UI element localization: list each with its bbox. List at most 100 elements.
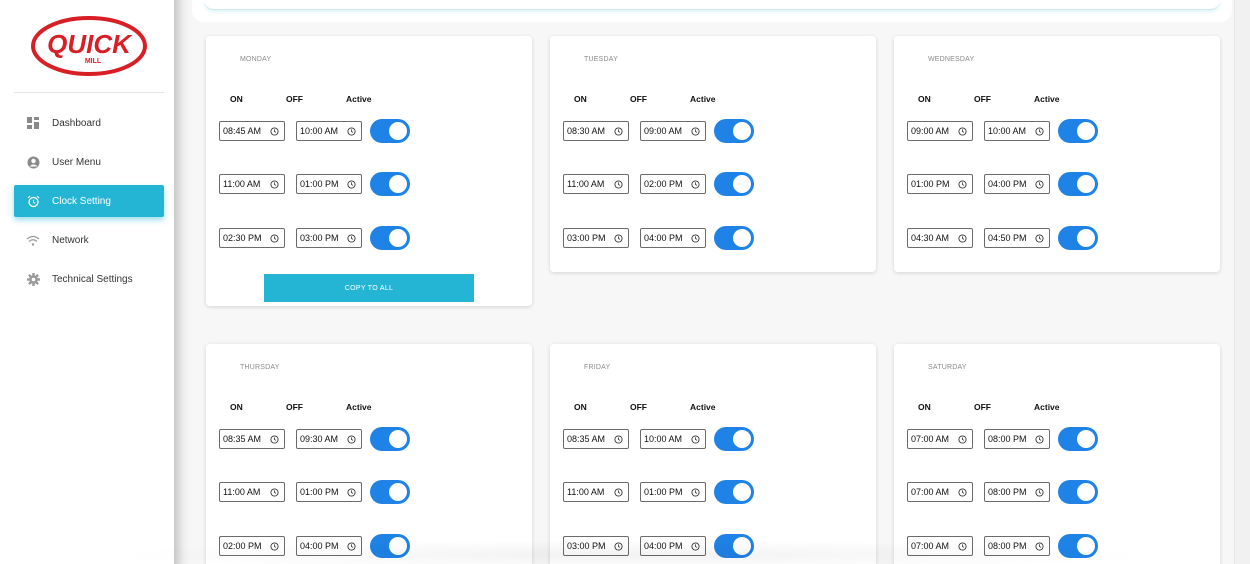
off-time-input[interactable]: 08:00 PM: [984, 536, 1050, 556]
clock-icon[interactable]: [958, 542, 967, 551]
clock-icon[interactable]: [1035, 127, 1044, 136]
active-toggle[interactable]: [714, 226, 754, 250]
toggle-knob: [1077, 430, 1095, 448]
clock-icon[interactable]: [691, 435, 700, 444]
clock-icon[interactable]: [347, 127, 356, 136]
off-time-input[interactable]: 10:00 AM: [640, 429, 706, 449]
off-time-input[interactable]: 08:00 PM: [984, 482, 1050, 502]
off-time-input[interactable]: 03:00 PM: [296, 228, 362, 248]
active-toggle[interactable]: [1058, 480, 1098, 504]
sidebar-item-clock-setting[interactable]: Clock Setting: [14, 185, 164, 217]
clock-icon[interactable]: [614, 180, 623, 189]
clock-icon[interactable]: [958, 435, 967, 444]
clock-icon[interactable]: [614, 542, 623, 551]
clock-icon[interactable]: [270, 542, 279, 551]
clock-icon[interactable]: [270, 234, 279, 243]
on-time-input[interactable]: 11:00 AM: [563, 482, 629, 502]
off-time-input[interactable]: 10:00 AM: [984, 121, 1050, 141]
active-toggle[interactable]: [370, 226, 410, 250]
off-time-input[interactable]: 04:00 PM: [640, 228, 706, 248]
sidebar-item-label: Technical Settings: [52, 273, 133, 285]
active-toggle[interactable]: [714, 119, 754, 143]
active-toggle[interactable]: [1058, 172, 1098, 196]
clock-icon[interactable]: [958, 234, 967, 243]
on-time-input[interactable]: 07:00 AM: [907, 429, 973, 449]
on-time-input[interactable]: 04:30 AM: [907, 228, 973, 248]
active-toggle[interactable]: [714, 480, 754, 504]
active-toggle[interactable]: [1058, 119, 1098, 143]
active-toggle[interactable]: [370, 480, 410, 504]
active-toggle[interactable]: [370, 534, 410, 558]
on-time-input[interactable]: 08:45 AM: [219, 121, 285, 141]
clock-icon[interactable]: [691, 180, 700, 189]
on-time-input[interactable]: 07:00 AM: [907, 482, 973, 502]
sidebar-item-network[interactable]: Network: [14, 224, 164, 256]
clock-icon[interactable]: [691, 234, 700, 243]
on-time-input[interactable]: 01:00 PM: [907, 174, 973, 194]
clock-icon[interactable]: [614, 435, 623, 444]
off-time-input[interactable]: 01:00 PM: [296, 482, 362, 502]
active-toggle[interactable]: [714, 172, 754, 196]
clock-icon[interactable]: [347, 488, 356, 497]
clock-icon[interactable]: [270, 488, 279, 497]
clock-icon[interactable]: [958, 127, 967, 136]
off-time-input[interactable]: 04:00 PM: [640, 536, 706, 556]
on-time-input[interactable]: 09:00 AM: [907, 121, 973, 141]
active-toggle[interactable]: [370, 172, 410, 196]
off-time-input[interactable]: 10:00 AM: [296, 121, 362, 141]
on-time-input[interactable]: 08:35 AM: [219, 429, 285, 449]
off-time-input[interactable]: 09:30 AM: [296, 429, 362, 449]
off-time-input[interactable]: 02:00 PM: [640, 174, 706, 194]
clock-icon[interactable]: [614, 488, 623, 497]
clock-icon[interactable]: [347, 180, 356, 189]
sidebar-item-user-menu[interactable]: User Menu: [14, 146, 164, 178]
clock-icon[interactable]: [958, 488, 967, 497]
clock-icon[interactable]: [1035, 435, 1044, 444]
active-toggle[interactable]: [1058, 226, 1098, 250]
clock-icon[interactable]: [270, 180, 279, 189]
clock-icon[interactable]: [270, 127, 279, 136]
active-toggle[interactable]: [1058, 534, 1098, 558]
clock-icon[interactable]: [958, 180, 967, 189]
active-toggle[interactable]: [1058, 427, 1098, 451]
off-time-input[interactable]: 08:00 PM: [984, 429, 1050, 449]
on-time-input[interactable]: 08:35 AM: [563, 429, 629, 449]
active-toggle[interactable]: [714, 534, 754, 558]
sidebar-item-dashboard[interactable]: Dashboard: [14, 107, 164, 139]
clock-icon[interactable]: [270, 435, 279, 444]
clock-icon[interactable]: [1035, 488, 1044, 497]
off-time-input[interactable]: 09:00 AM: [640, 121, 706, 141]
active-toggle[interactable]: [370, 119, 410, 143]
on-time-input[interactable]: 08:30 AM: [563, 121, 629, 141]
toggle-knob: [389, 122, 407, 140]
clock-icon[interactable]: [1035, 234, 1044, 243]
active-toggle[interactable]: [370, 427, 410, 451]
on-time-input[interactable]: 11:00 AM: [219, 174, 285, 194]
off-time-input[interactable]: 01:00 PM: [640, 482, 706, 502]
on-time-input[interactable]: 11:00 AM: [219, 482, 285, 502]
on-time-input[interactable]: 03:00 PM: [563, 228, 629, 248]
clock-icon[interactable]: [614, 127, 623, 136]
sidebar-item-technical-settings[interactable]: Technical Settings: [14, 263, 164, 295]
on-time-input[interactable]: 11:00 AM: [563, 174, 629, 194]
active-toggle[interactable]: [714, 427, 754, 451]
on-time-input[interactable]: 02:00 PM: [219, 536, 285, 556]
clock-icon[interactable]: [347, 234, 356, 243]
copy-to-all-button[interactable]: COPY TO ALL: [264, 274, 474, 302]
clock-icon[interactable]: [691, 542, 700, 551]
clock-icon[interactable]: [347, 542, 356, 551]
on-time-input[interactable]: 03:00 PM: [563, 536, 629, 556]
off-time-input[interactable]: 04:50 PM: [984, 228, 1050, 248]
clock-icon[interactable]: [1035, 542, 1044, 551]
off-time-input[interactable]: 04:00 PM: [984, 174, 1050, 194]
on-time-input[interactable]: 02:30 PM: [219, 228, 285, 248]
off-time-input[interactable]: 04:00 PM: [296, 536, 362, 556]
clock-icon[interactable]: [691, 127, 700, 136]
clock-icon[interactable]: [691, 488, 700, 497]
clock-icon[interactable]: [1035, 180, 1044, 189]
clock-icon[interactable]: [614, 234, 623, 243]
clock-icon[interactable]: [347, 435, 356, 444]
on-time-input[interactable]: 07:00 AM: [907, 536, 973, 556]
scrollbar[interactable]: [1234, 0, 1250, 564]
off-time-input[interactable]: 01:00 PM: [296, 174, 362, 194]
